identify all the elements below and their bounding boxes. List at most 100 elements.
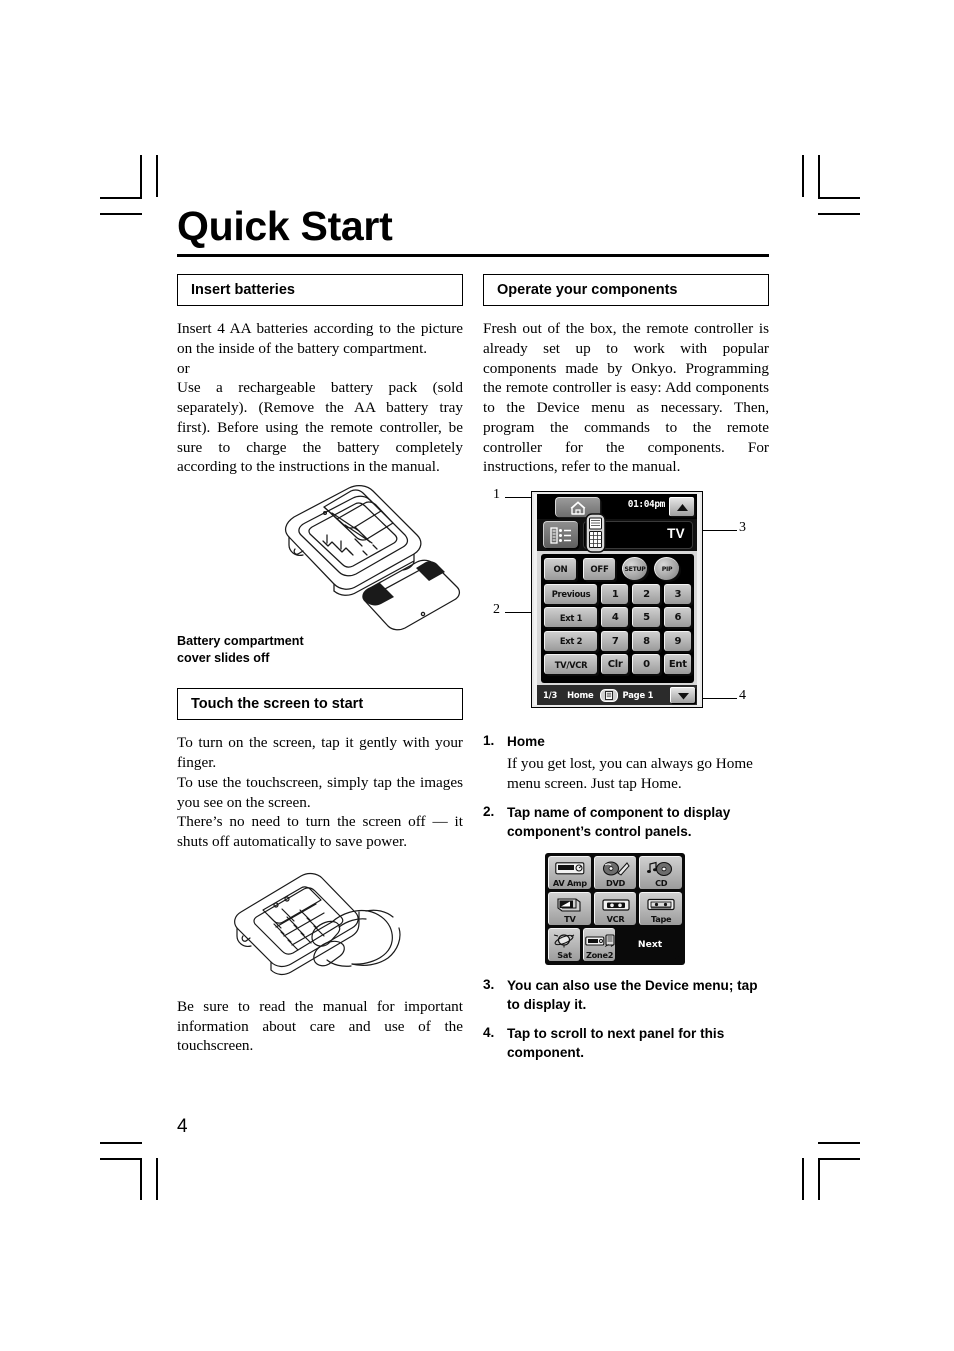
step-heading: Tap name of component to display compone…: [507, 805, 731, 840]
device-key-label: AV Amp: [552, 878, 587, 889]
step-item-3: 3. You can also use the Device menu; tap…: [483, 977, 769, 1015]
device-menu-row: Sat Zone2 Next: [548, 927, 682, 961]
remote-lcd-screen[interactable]: 01:04pm TV ON OFF SETUP PIP Previous 1 2…: [531, 491, 703, 709]
key-0[interactable]: 0: [632, 654, 660, 675]
device-key-av-amp[interactable]: AV Amp: [548, 855, 591, 889]
device-key-label: TV: [564, 914, 576, 925]
operate-components-paragraph: Fresh out of the box, the remote control…: [483, 320, 769, 476]
remote-battery-compartment-illustration: [284, 485, 461, 631]
vcr-icon: [601, 893, 630, 915]
key-clr[interactable]: Clr: [601, 654, 629, 675]
keypad-row: Ext 2 7 8 9: [544, 630, 691, 651]
clock-display: 01:04pm: [627, 499, 666, 511]
lcd-status-bar: 1/3 Home Page 1: [537, 685, 697, 706]
hand-tapping-figure: [177, 866, 463, 981]
keypad-row: ON OFF SETUP PIP: [544, 557, 691, 581]
caption-line-2: cover slides off: [177, 650, 270, 665]
key-previous[interactable]: Previous: [544, 583, 597, 604]
insert-batteries-paragraph-1: Insert 4 AA batteries according to the p…: [177, 320, 463, 357]
tape-icon: [647, 893, 675, 915]
step-number: 4.: [483, 1025, 495, 1041]
device-key-zone2[interactable]: Zone2: [583, 927, 616, 961]
device-key-tv[interactable]: TV: [548, 891, 591, 925]
battery-compartment-caption: Battery compartment cover slides off: [177, 633, 463, 666]
device-key-sat[interactable]: Sat: [548, 927, 581, 961]
section-heading-insert-batteries: Insert batteries: [177, 274, 463, 307]
device-menu-button[interactable]: [543, 521, 578, 549]
device-key-dvd[interactable]: DVD: [593, 855, 637, 889]
key-1[interactable]: 1: [601, 583, 629, 604]
insert-batteries-paragraph-3: Use a rechargeable battery pack (sold se…: [177, 379, 463, 476]
key-tv-vcr[interactable]: TV/VCR: [544, 654, 597, 675]
key-ext-2[interactable]: Ext 2: [544, 630, 597, 651]
device-menu-row: AV Amp DVD CD: [548, 855, 683, 889]
device-key-label: Tape: [651, 914, 672, 925]
key-off[interactable]: OFF: [583, 558, 615, 581]
key-setup[interactable]: SETUP: [622, 557, 647, 581]
keypad-row: Previous 1 2 3: [544, 583, 691, 604]
arrow-up-icon: [676, 503, 688, 511]
device-key-label: Sat: [557, 950, 572, 961]
arrow-down-icon: [677, 692, 689, 700]
tv-icon: [556, 893, 584, 915]
lcd-device-row: TV: [537, 513, 697, 553]
lcd-screen-figure: 1 2 3 4 01:04pm TV ON OFF SETUP PIP Prev…: [483, 485, 769, 717]
section-heading-touch-the-screen: Touch the screen to start: [177, 688, 463, 721]
device-menu-row: TV VCR Tape: [548, 891, 683, 925]
key-2[interactable]: 2: [632, 583, 660, 604]
device-menu-popup[interactable]: AV Amp DVD CD TV VCR Tape Sat Zone2 Next: [545, 852, 685, 965]
battery-compartment-figure: [177, 483, 463, 633]
right-column: Operate your components Fresh out of the…: [483, 274, 769, 1074]
lcd-keypad: ON OFF SETUP PIP Previous 1 2 3 Ext 1 4 …: [541, 554, 694, 684]
device-key-tape[interactable]: Tape: [639, 891, 683, 925]
page-content: Quick Start Insert batteries Insert 4 AA…: [177, 203, 769, 1074]
device-key-cd[interactable]: CD: [639, 855, 683, 889]
hand-tapping-remote-illustration: [234, 872, 401, 975]
key-9[interactable]: 9: [663, 630, 691, 651]
device-key-label: Next: [637, 938, 663, 950]
key-3[interactable]: 3: [663, 583, 691, 604]
crop-mark-bottom-left: [100, 1140, 160, 1200]
lcd-top-bar: 01:04pm: [537, 494, 697, 520]
lcd-inner-area: 01:04pm TV ON OFF SETUP PIP Previous 1 2…: [534, 494, 700, 706]
step-item-4: 4. Tap to scroll to next panel for this …: [483, 1025, 769, 1063]
av-amp-icon: [555, 857, 585, 879]
insert-batteries-paragraph-2: or: [177, 359, 190, 377]
title-divider: [177, 254, 769, 258]
key-4[interactable]: 4: [601, 607, 629, 628]
step-number: 1.: [483, 733, 495, 749]
crop-mark-top-left: [100, 155, 160, 215]
device-key-label: VCR: [606, 914, 625, 925]
step-item-1: 1. Home If you get lost, you can always …: [483, 733, 769, 793]
step-heading: Home: [507, 734, 545, 750]
key-ent[interactable]: Ent: [663, 654, 691, 675]
panel-icon: [599, 688, 618, 702]
page-title: Quick Start: [177, 203, 393, 249]
key-ext-1[interactable]: Ext 1: [544, 607, 597, 628]
key-6[interactable]: 6: [663, 607, 691, 628]
page-label: Page 1: [622, 690, 654, 701]
step-body: If you get lost, you can always go Home …: [507, 754, 753, 792]
key-8[interactable]: 8: [632, 630, 660, 651]
key-pip[interactable]: PIP: [654, 557, 679, 581]
home-status-label[interactable]: Home: [567, 690, 594, 700]
scroll-down-button[interactable]: [670, 687, 695, 704]
satellite-icon: [551, 929, 579, 951]
device-key-label: CD: [655, 878, 668, 889]
step-heading: You can also use the Device menu; tap to…: [507, 977, 758, 1012]
list-menu-icon: [550, 526, 571, 544]
device-key-next[interactable]: Next: [618, 927, 682, 961]
device-name-label: TV: [667, 526, 685, 542]
key-7[interactable]: 7: [601, 630, 629, 651]
caption-line-1: Battery compartment: [177, 634, 304, 649]
callout-number-1: 1: [493, 487, 500, 503]
key-on[interactable]: ON: [544, 558, 576, 581]
keypad-row: Ext 1 4 5 6: [544, 607, 691, 628]
scroll-up-button[interactable]: [669, 497, 694, 517]
keypad-row: TV/VCR Clr 0 Ent: [544, 654, 691, 675]
panel-icon-button[interactable]: [599, 688, 618, 702]
touch-screen-paragraph-1: To turn on the screen, tap it gently wit…: [177, 734, 463, 772]
device-key-vcr[interactable]: VCR: [593, 891, 637, 925]
two-column-layout: Insert batteries Insert 4 AA batteries a…: [177, 274, 769, 1074]
key-5[interactable]: 5: [632, 607, 660, 628]
